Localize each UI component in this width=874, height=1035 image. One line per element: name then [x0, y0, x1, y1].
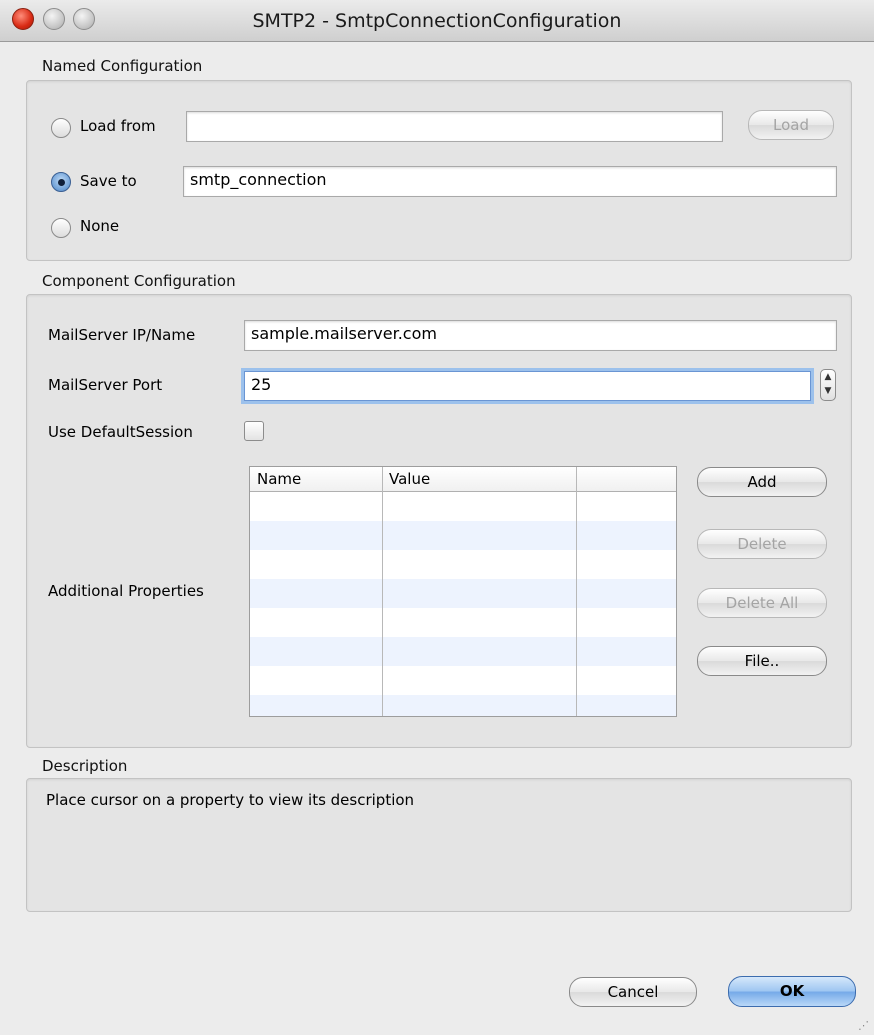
column-header-name[interactable]: Name	[250, 467, 382, 492]
component-configuration-label: Component Configuration	[42, 272, 236, 290]
table-row[interactable]	[250, 695, 676, 716]
default-session-checkbox[interactable]	[244, 421, 264, 441]
save-to-radio[interactable]	[51, 172, 71, 192]
title-bar: SMTP2 - SmtpConnectionConfiguration	[0, 0, 874, 42]
none-label: None	[80, 217, 120, 235]
column-divider	[576, 467, 577, 716]
table-row[interactable]	[250, 608, 676, 637]
additional-properties-label: Additional Properties	[48, 582, 204, 600]
stepper-down-icon[interactable]: ▼	[821, 384, 835, 398]
load-from-field[interactable]	[186, 111, 723, 142]
properties-table[interactable]: Name Value	[249, 466, 677, 717]
add-button[interactable]: Add	[697, 467, 827, 497]
delete-all-button[interactable]: Delete All	[697, 588, 827, 618]
load-from-label: Load from	[80, 117, 156, 135]
table-row[interactable]	[250, 492, 676, 521]
table-row[interactable]	[250, 579, 676, 608]
named-configuration-label: Named Configuration	[42, 57, 203, 75]
column-divider	[382, 467, 383, 716]
none-radio[interactable]	[51, 218, 71, 238]
save-to-label: Save to	[80, 172, 137, 190]
window-title: SMTP2 - SmtpConnectionConfiguration	[252, 10, 622, 32]
cancel-button[interactable]: Cancel	[569, 977, 697, 1007]
table-row[interactable]	[250, 666, 676, 695]
table-row[interactable]	[250, 550, 676, 579]
table-row[interactable]	[250, 521, 676, 550]
file-button[interactable]: File..	[697, 646, 827, 676]
table-header: Name Value	[250, 467, 676, 492]
delete-button[interactable]: Delete	[697, 529, 827, 559]
table-row[interactable]	[250, 637, 676, 666]
port-stepper[interactable]: ▲ ▼	[820, 369, 836, 401]
resize-grip-icon[interactable]: ⋰	[858, 1019, 869, 1032]
port-field[interactable]: 25	[244, 371, 811, 401]
column-header-extra[interactable]	[576, 467, 676, 492]
port-label: MailServer Port	[48, 376, 163, 394]
description-text: Place cursor on a property to view its d…	[46, 791, 415, 809]
mailserver-field[interactable]: sample.mailserver.com	[244, 320, 837, 351]
default-session-label: Use DefaultSession	[48, 423, 193, 441]
mailserver-label: MailServer IP/Name	[48, 326, 196, 344]
save-to-field[interactable]: smtp_connection	[183, 166, 837, 197]
ok-button[interactable]: OK	[728, 976, 856, 1007]
load-button[interactable]: Load	[748, 110, 834, 140]
stepper-up-icon[interactable]: ▲	[821, 370, 835, 384]
load-from-radio[interactable]	[51, 118, 71, 138]
description-label: Description	[42, 757, 128, 775]
column-header-value[interactable]: Value	[382, 467, 576, 492]
